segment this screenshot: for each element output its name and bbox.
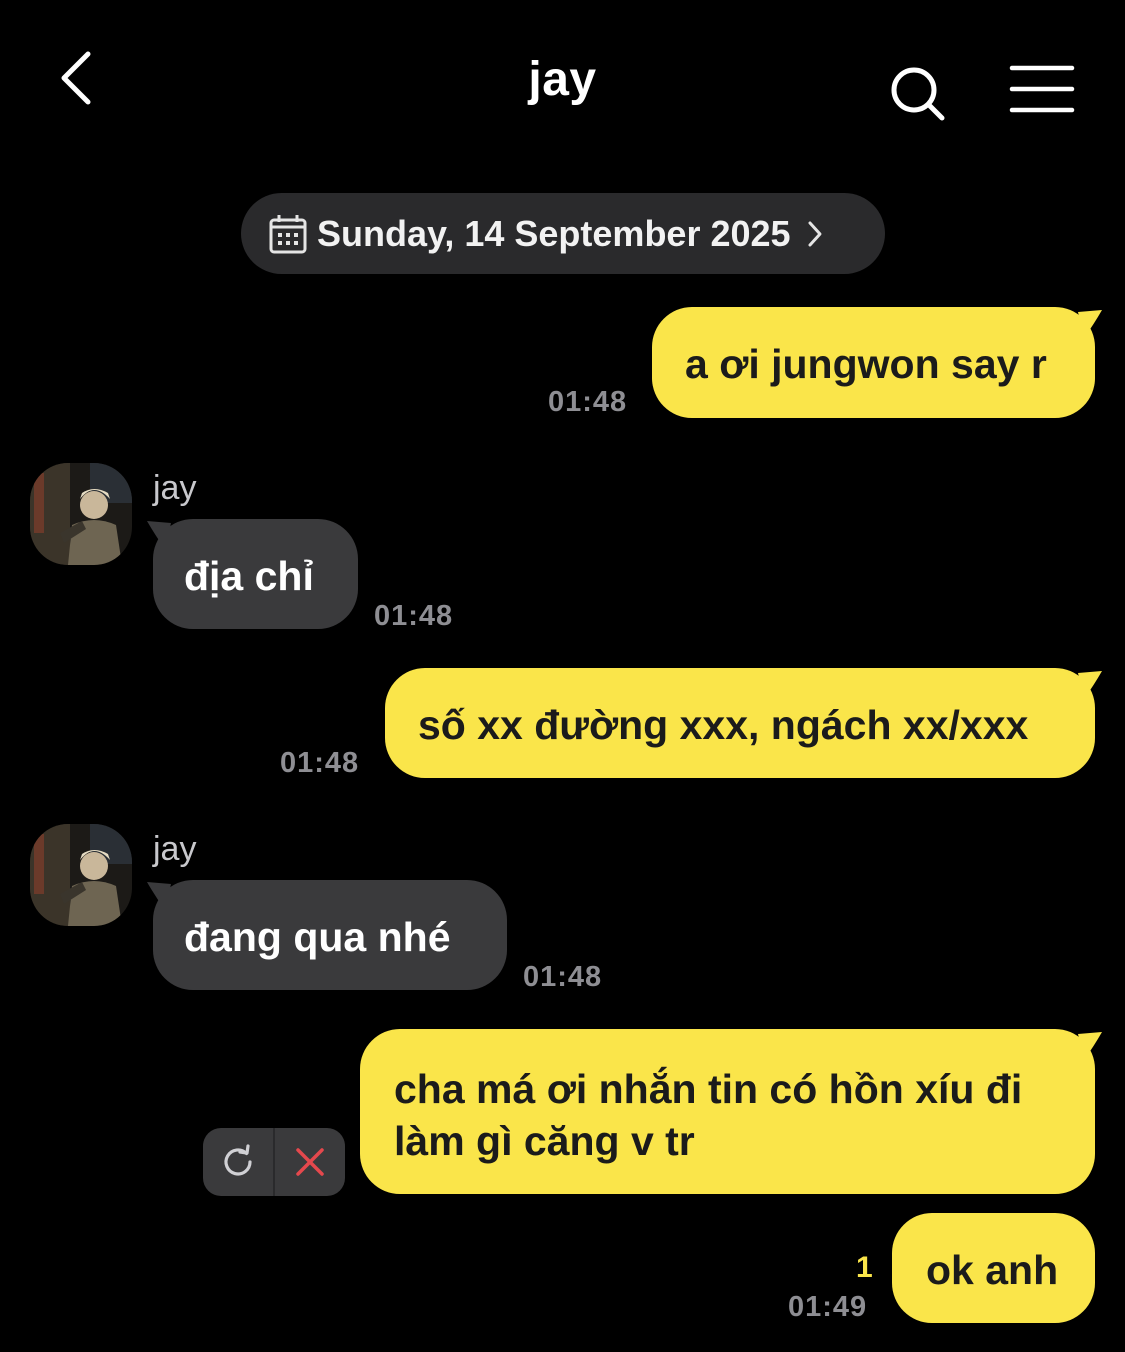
outgoing-message[interactable]: a ơi jungwon say r (652, 307, 1095, 418)
delete-button[interactable] (275, 1128, 345, 1196)
search-icon (891, 67, 945, 121)
date-divider[interactable]: Sunday, 14 September 2025 (241, 193, 885, 274)
search-button[interactable] (886, 62, 950, 126)
message-text-line: làm gì căng v tr (394, 1118, 695, 1164)
sender-name: jay (153, 830, 197, 868)
message-text-line: cha má ơi nhắn tin có hồn xíu đi (394, 1066, 1023, 1112)
bubble-tail (1078, 310, 1102, 338)
message-text: địa chỉ (184, 553, 314, 599)
message-text: ok anh (926, 1247, 1059, 1293)
close-icon (296, 1148, 324, 1176)
unread-count: 1 (856, 1251, 873, 1284)
message-time: 01:48 (523, 961, 603, 993)
message-text: số xx đường xxx, ngách xx/xxx (418, 702, 1029, 748)
outgoing-message[interactable]: số xx đường xxx, ngách xx/xxx (385, 668, 1095, 778)
bubble-tail (147, 882, 171, 910)
failed-message-actions (203, 1128, 345, 1196)
outgoing-message-failed[interactable]: cha má ơi nhắn tin có hồn xíu đi làm gì … (360, 1029, 1095, 1194)
resend-button[interactable] (203, 1128, 273, 1196)
bubble-tail (147, 521, 171, 549)
menu-button[interactable] (1008, 62, 1076, 118)
message-text: a ơi jungwon say r (685, 341, 1047, 387)
chevron-right-icon (808, 221, 822, 246)
bubble-tail (1078, 671, 1102, 699)
message-time: 01:48 (548, 386, 628, 418)
calendar-icon (269, 214, 307, 253)
bubble-tail (1078, 1032, 1102, 1060)
chat-title: jay (528, 53, 597, 106)
message-time: 01:49 (788, 1291, 868, 1323)
refresh-icon (224, 1144, 252, 1176)
message-time: 01:48 (374, 600, 454, 632)
date-label: Sunday, 14 September 2025 (317, 212, 791, 254)
outgoing-message[interactable]: ok anh (892, 1213, 1095, 1323)
incoming-message[interactable]: đang qua nhé (153, 880, 507, 990)
message-text: đang qua nhé (184, 914, 451, 960)
incoming-message[interactable]: địa chỉ (153, 519, 358, 629)
avatar[interactable] (30, 463, 132, 565)
avatar[interactable] (30, 824, 132, 926)
hamburger-menu-icon (1009, 65, 1075, 113)
message-time: 01:48 (280, 747, 360, 779)
sender-name: jay (153, 469, 197, 507)
